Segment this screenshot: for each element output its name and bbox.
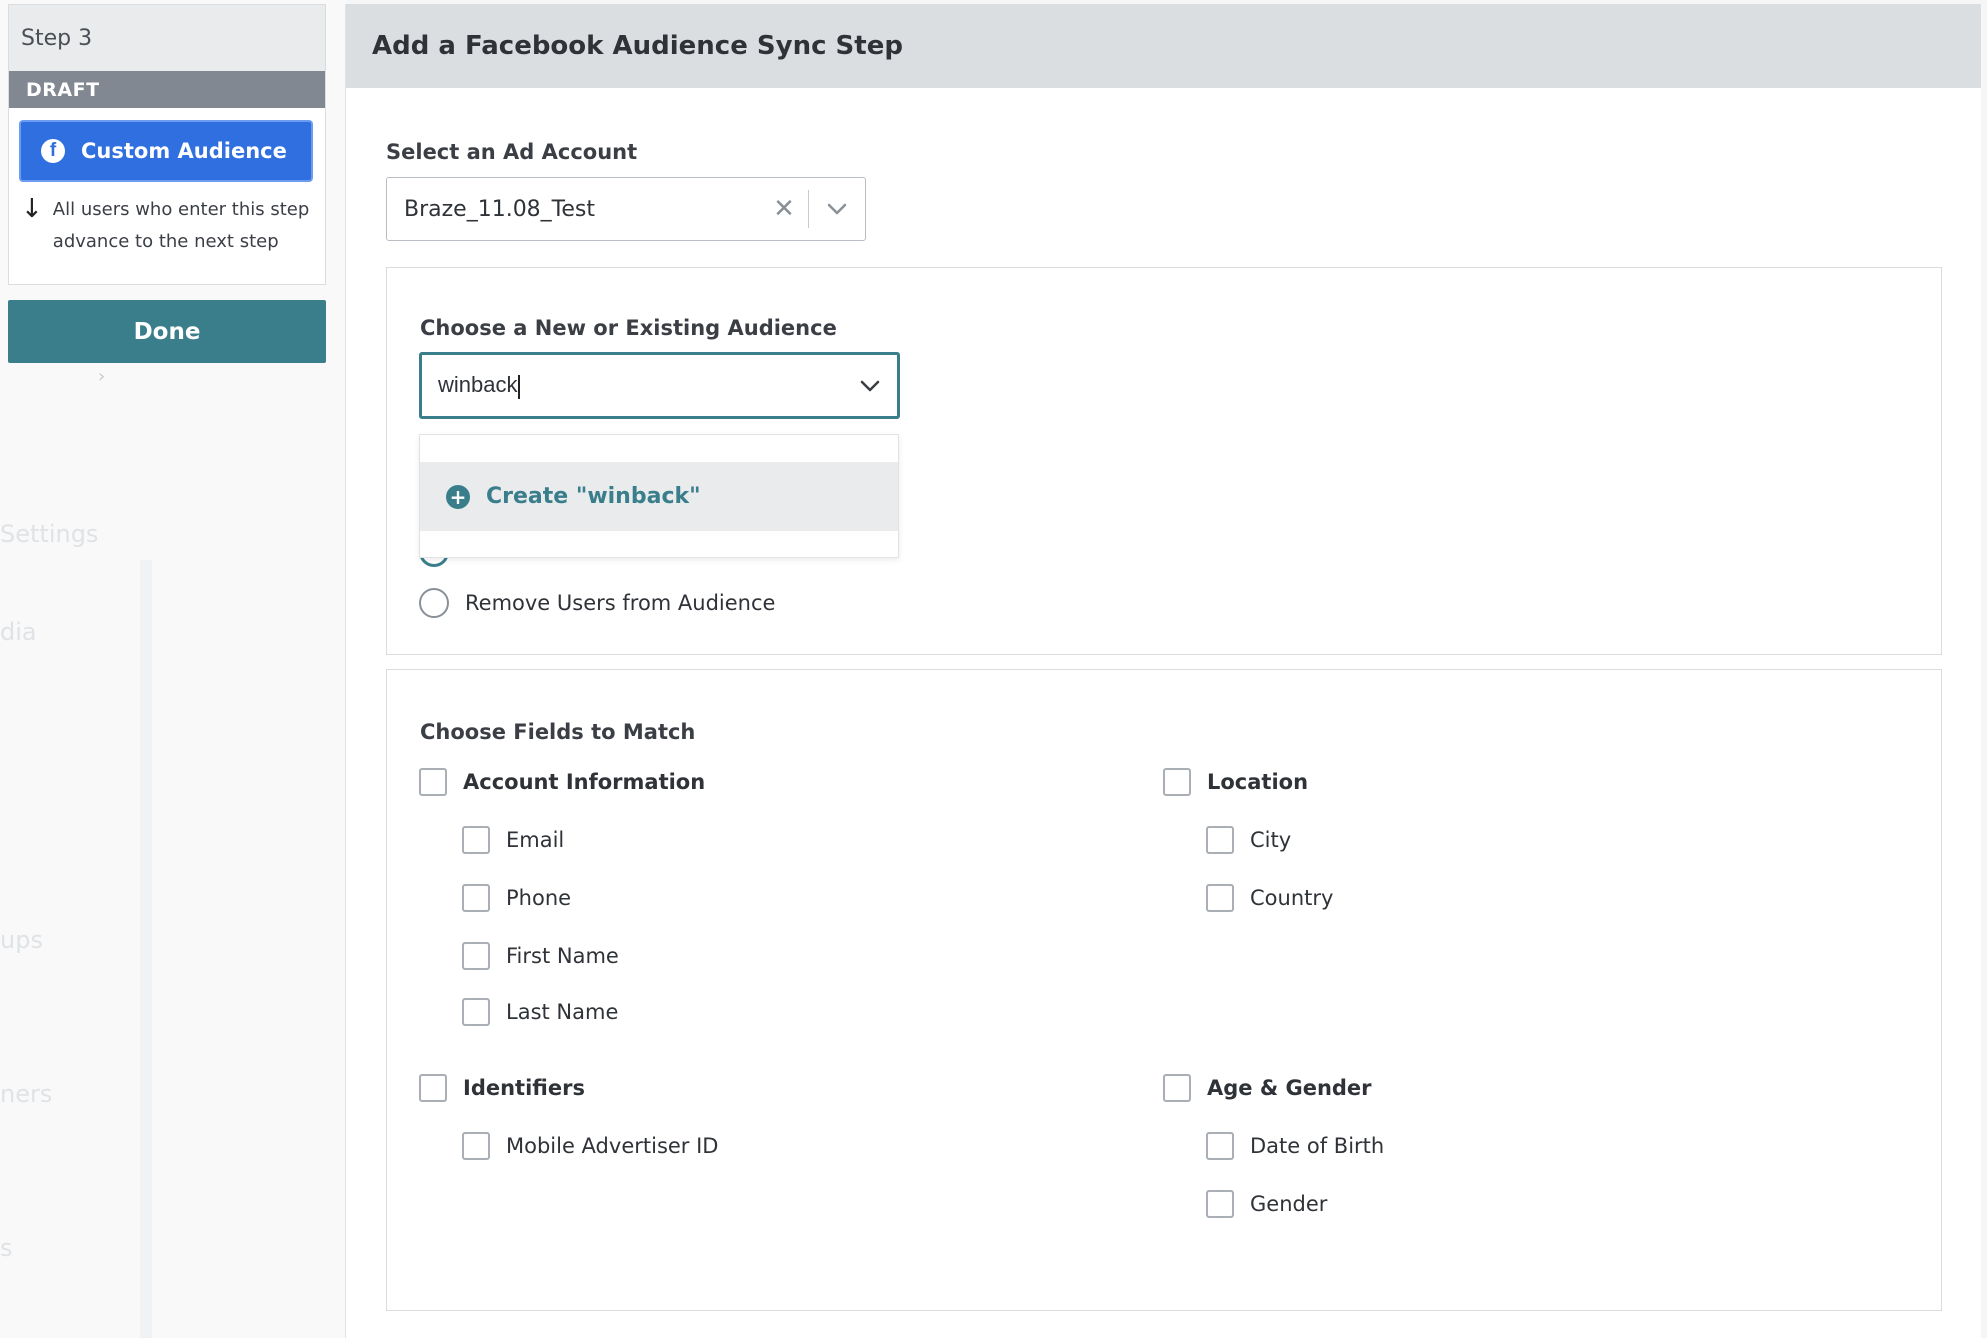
field-label: First Name (506, 944, 619, 968)
checkbox-gender[interactable]: Gender (1206, 1190, 1327, 1218)
checkbox-email[interactable]: Email (462, 826, 564, 854)
checkbox[interactable] (419, 1074, 447, 1102)
arrow-down-icon: ↓ (21, 194, 43, 224)
checkbox-account-information[interactable]: Account Information (419, 768, 705, 796)
checkbox-city[interactable]: City (1206, 826, 1291, 854)
checkbox[interactable] (462, 884, 490, 912)
checkbox[interactable] (462, 942, 490, 970)
facebook-audience-sync-modal: Add a Facebook Audience Sync Step Select… (345, 4, 1981, 1338)
create-audience-option[interactable]: + Create "winback" (420, 462, 898, 531)
ghost-label: ners (0, 1080, 53, 1108)
field-label: Country (1250, 886, 1334, 910)
field-label: Phone (506, 886, 572, 910)
checkbox-identifiers[interactable]: Identifiers (419, 1074, 585, 1102)
checkbox-date-of-birth[interactable]: Date of Birth (1206, 1132, 1384, 1160)
create-audience-label: Create "winback" (486, 484, 701, 509)
audience-dropdown-menu: + Create "winback" (419, 434, 899, 558)
group-label: Location (1207, 770, 1309, 794)
advance-description: ↓ All users who enter this step advance … (9, 182, 325, 258)
fields-panel: Choose Fields to Match Account Informati… (386, 669, 1942, 1311)
canvas-divider (140, 560, 152, 1338)
modal-title: Add a Facebook Audience Sync Step (346, 4, 1981, 88)
advance-text-line2: advance to the next step (52, 231, 279, 252)
checkbox[interactable] (1206, 1190, 1234, 1218)
checkbox[interactable] (419, 768, 447, 796)
remove-users-radio[interactable] (419, 588, 449, 618)
clear-icon[interactable]: ✕ (760, 194, 808, 224)
checkbox[interactable] (462, 826, 490, 854)
ghost-label: Settings (0, 520, 99, 548)
ad-account-select[interactable]: Braze_11.08_Test ✕ (386, 177, 866, 241)
audience-input-value: winback (438, 372, 518, 398)
checkbox-phone[interactable]: Phone (462, 884, 571, 912)
group-label: Age & Gender (1207, 1076, 1372, 1100)
fields-label: Choose Fields to Match (420, 720, 696, 744)
remove-users-label: Remove Users from Audience (465, 591, 776, 615)
checkbox[interactable] (1206, 884, 1234, 912)
status-badge: DRAFT (9, 71, 325, 108)
field-label: Last Name (506, 1000, 619, 1024)
ad-account-label: Select an Ad Account (386, 140, 638, 164)
ghost-label: dia (0, 618, 37, 646)
ghost-label: ups (0, 926, 43, 954)
checkbox-last-name[interactable]: Last Name (462, 998, 618, 1026)
audience-panel: Choose a New or Existing Audience winbac… (386, 267, 1942, 655)
checkbox-location[interactable]: Location (1163, 768, 1308, 796)
field-label: Email (506, 828, 565, 852)
facebook-icon: f (41, 139, 65, 163)
checkbox-country[interactable]: Country (1206, 884, 1333, 912)
step-title: Step 3 (9, 5, 325, 71)
ad-account-value: Braze_11.08_Test (404, 196, 596, 222)
custom-audience-step-button[interactable]: f Custom Audience (19, 120, 313, 182)
checkbox-first-name[interactable]: First Name (462, 942, 619, 970)
checkbox-age-gender[interactable]: Age & Gender (1163, 1074, 1372, 1102)
checkbox[interactable] (1163, 768, 1191, 796)
audience-search-input[interactable]: winback (419, 352, 900, 419)
chevron-down-icon[interactable] (843, 380, 897, 392)
text-cursor (518, 374, 521, 399)
remove-users-option[interactable]: Remove Users from Audience (419, 588, 775, 618)
checkbox[interactable] (1206, 826, 1234, 854)
checkbox[interactable] (462, 998, 490, 1026)
checkbox[interactable] (1163, 1074, 1191, 1102)
chevron-right-icon: › (98, 366, 106, 387)
field-label: Date of Birth (1250, 1134, 1385, 1158)
group-label: Account Information (463, 770, 706, 794)
step-card: Step 3 DRAFT f Custom Audience ↓ All use… (8, 4, 326, 285)
checkbox-mobile-advertiser-id[interactable]: Mobile Advertiser ID (462, 1132, 718, 1160)
audience-label: Choose a New or Existing Audience (420, 316, 837, 340)
plus-circle-icon: + (446, 484, 470, 509)
field-label: Mobile Advertiser ID (506, 1134, 719, 1158)
checkbox[interactable] (1206, 1132, 1234, 1160)
chevron-down-icon[interactable] (809, 203, 865, 215)
group-label: Identifiers (463, 1076, 585, 1100)
field-label: City (1250, 828, 1292, 852)
step-button-label: Custom Audience (81, 139, 287, 163)
ghost-label: s (0, 1234, 13, 1262)
checkbox[interactable] (462, 1132, 490, 1160)
advance-text-line1: All users who enter this step (52, 199, 310, 220)
field-label: Gender (1250, 1192, 1328, 1216)
done-button[interactable]: Done (8, 300, 326, 363)
